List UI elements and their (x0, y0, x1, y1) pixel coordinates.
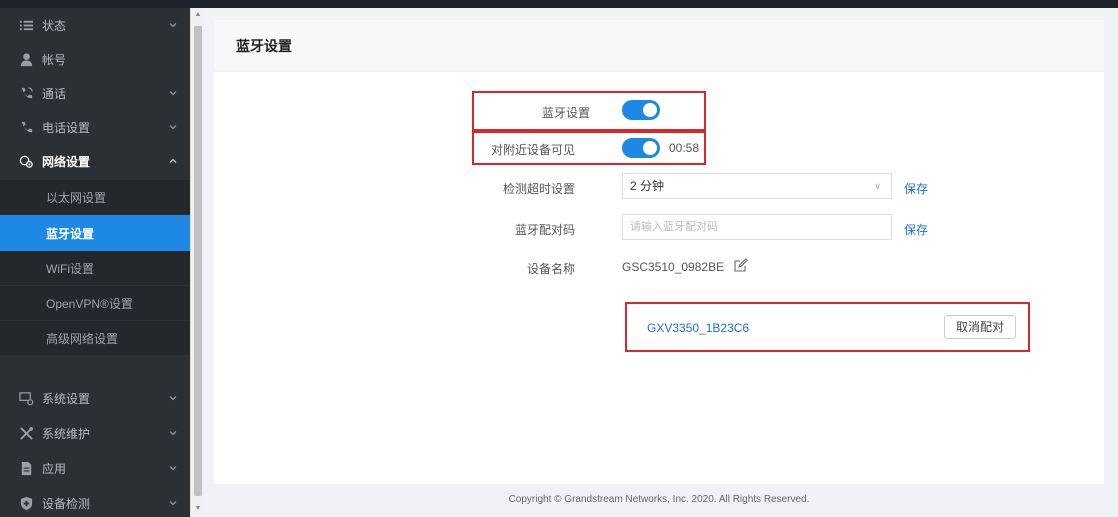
sidebar-item-label: 系统设置 (42, 391, 91, 406)
sidebar-item-label: 应用 (42, 461, 67, 476)
timeout-select[interactable]: 2 分钟 ∨ (622, 173, 892, 199)
sidebar-item-apps[interactable]: 应用 (0, 451, 190, 485)
shield-icon (18, 495, 34, 511)
phone-icon (18, 119, 34, 135)
sidebar: 状态 帐号 通话 电话设置 网络设置 以太网设置 蓝牙设置 WiFi设置 Ope… (0, 8, 190, 517)
sidebar-item-device-check[interactable]: 设备检测 (0, 486, 190, 517)
sidebar-subitem-advanced-network[interactable]: 高级网络设置 (0, 321, 190, 355)
sidebar-item-calls[interactable]: 通话 (0, 76, 190, 110)
highlight-box-paired (625, 302, 1030, 352)
chevron-down-icon (169, 431, 177, 436)
chevron-down-icon (169, 501, 177, 506)
app-icon (18, 460, 34, 476)
page-title: 蓝牙设置 (236, 38, 292, 54)
sidebar-item-label: 状态 (42, 18, 67, 33)
highlight-box-bluetooth (472, 91, 706, 131)
network-icon (18, 153, 34, 169)
sidebar-item-account[interactable]: 帐号 (0, 42, 190, 76)
chevron-down-icon (169, 125, 177, 130)
timeout-label: 检测超时设置 (502, 182, 575, 196)
timeout-save-link[interactable]: 保存 (904, 180, 928, 197)
sidebar-item-label: 系统维护 (42, 426, 91, 441)
sidebar-item-label: 设备检测 (42, 496, 91, 511)
sidebar-item-system-maintenance[interactable]: 系统维护 (0, 416, 190, 450)
sidebar-subitem-bluetooth[interactable]: 蓝牙设置 (0, 215, 190, 251)
chevron-down-icon: ∨ (874, 181, 881, 191)
chevron-down-icon (169, 396, 177, 401)
sidebar-subitem-wifi[interactable]: WiFi设置 (0, 251, 190, 285)
chevron-down-icon (169, 466, 177, 471)
chevron-down-icon (169, 23, 177, 28)
device-name-label: 设备名称 (526, 262, 575, 276)
sidebar-item-label: 电话设置 (42, 120, 91, 135)
sidebar-item-label: 帐号 (42, 52, 67, 67)
system-settings-icon (18, 390, 34, 406)
edit-icon[interactable] (734, 258, 748, 272)
chevron-down-icon (169, 91, 177, 96)
top-bar (0, 0, 1118, 8)
pin-label: 蓝牙配对码 (514, 223, 575, 237)
user-icon (18, 51, 34, 67)
sidebar-scrollbar[interactable]: ▲ ▼ (190, 8, 204, 517)
chevron-up-icon (169, 158, 177, 163)
highlight-box-visible (472, 131, 706, 165)
device-name-value: GSC3510_0982BE (622, 260, 725, 274)
sidebar-subitem-openvpn[interactable]: OpenVPN®设置 (0, 286, 190, 320)
sidebar-item-system-settings[interactable]: 系统设置 (0, 381, 190, 415)
sidebar-item-label: 网络设置 (42, 154, 91, 169)
sidebar-item-status[interactable]: 状态 (0, 8, 190, 42)
footer-copyright: Copyright © Grandstream Networks, Inc. 2… (508, 494, 810, 505)
page-header: 蓝牙设置 (214, 20, 1104, 70)
tools-icon (18, 425, 34, 441)
sidebar-item-network-settings[interactable]: 网络设置 (0, 144, 190, 178)
phone-call-icon (18, 85, 34, 101)
scroll-up-icon[interactable]: ▲ (193, 10, 203, 20)
timeout-value: 2 分钟 (630, 179, 665, 193)
scroll-down-icon[interactable]: ▼ (193, 504, 203, 514)
pin-input[interactable]: 请输入蓝牙配对码 (622, 214, 892, 240)
list-icon (18, 17, 34, 33)
pin-save-link[interactable]: 保存 (904, 221, 928, 238)
sidebar-subitem-ethernet[interactable]: 以太网设置 (0, 180, 190, 214)
sidebar-item-phone-settings[interactable]: 电话设置 (0, 110, 190, 144)
scroll-thumb[interactable] (194, 26, 202, 496)
sidebar-item-label: 通话 (42, 86, 67, 101)
